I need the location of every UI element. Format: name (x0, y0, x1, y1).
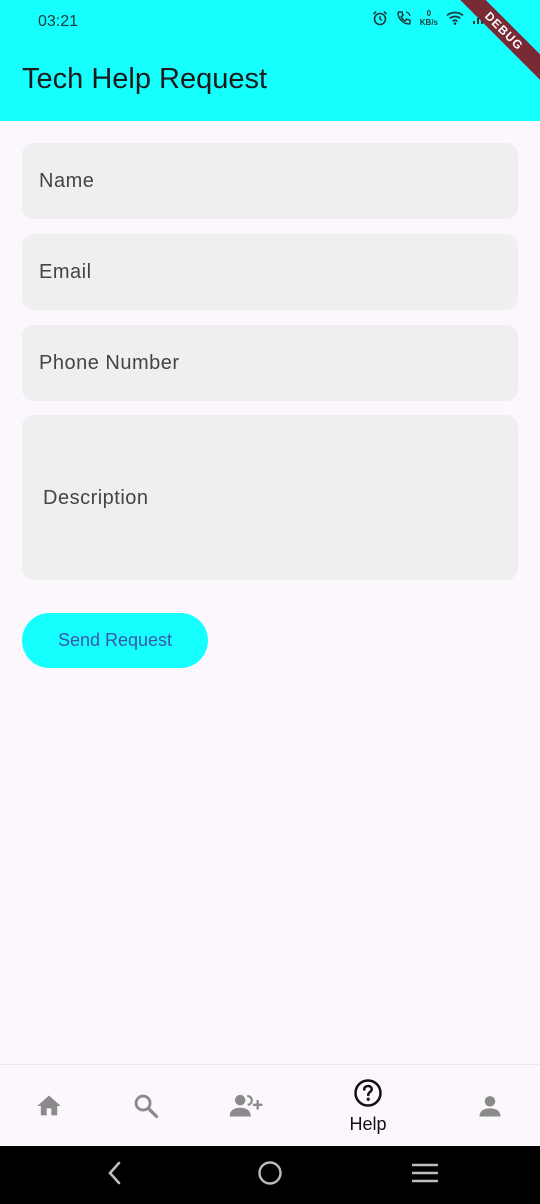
recents-icon (411, 1162, 439, 1189)
net-speed-unit: KB/s (419, 18, 438, 27)
system-home-button[interactable] (250, 1146, 290, 1204)
system-back-button[interactable] (95, 1146, 135, 1204)
status-icons: 0 KB/s (372, 9, 488, 27)
net-speed: 0 KB/s (420, 9, 438, 27)
nav-label-help: Help (349, 1113, 387, 1134)
nav-item-home[interactable] (24, 1065, 74, 1147)
email-field[interactable] (22, 234, 518, 310)
alarm-icon (372, 10, 388, 26)
person-icon (476, 1092, 504, 1120)
status-time: 03:21 (38, 13, 79, 30)
description-input[interactable] (43, 482, 518, 513)
nav-item-profile[interactable] (465, 1065, 515, 1147)
phone-field[interactable] (22, 325, 518, 401)
bottom-nav: Help (0, 1064, 540, 1146)
send-request-button[interactable]: Send Request (22, 613, 208, 668)
add-user-icon (228, 1092, 264, 1120)
app-bar: 03:21 0 KB/s DEBUG Tech Help Request (0, 0, 540, 121)
nav-item-add-user[interactable] (221, 1065, 271, 1147)
screen: 03:21 0 KB/s DEBUG Tech Help Request Nam… (0, 0, 540, 1204)
name-input[interactable] (39, 169, 518, 193)
page-title: Tech Help Request (22, 63, 268, 95)
search-icon (132, 1092, 160, 1120)
call-icon (396, 10, 412, 26)
net-speed-value: 0 (426, 9, 432, 18)
name-field[interactable] (22, 143, 518, 219)
help-icon (353, 1078, 383, 1108)
phone-input[interactable] (39, 351, 518, 375)
description-field[interactable] (22, 415, 518, 580)
wifi-icon (446, 11, 464, 25)
home-circle-icon (257, 1160, 283, 1191)
back-icon (105, 1161, 125, 1190)
home-icon (35, 1092, 63, 1120)
system-recents-button[interactable] (405, 1146, 445, 1204)
email-input[interactable] (39, 260, 518, 284)
nav-item-help[interactable]: Help (338, 1065, 398, 1147)
nav-item-search[interactable] (121, 1065, 171, 1147)
system-nav-bar (0, 1146, 540, 1204)
